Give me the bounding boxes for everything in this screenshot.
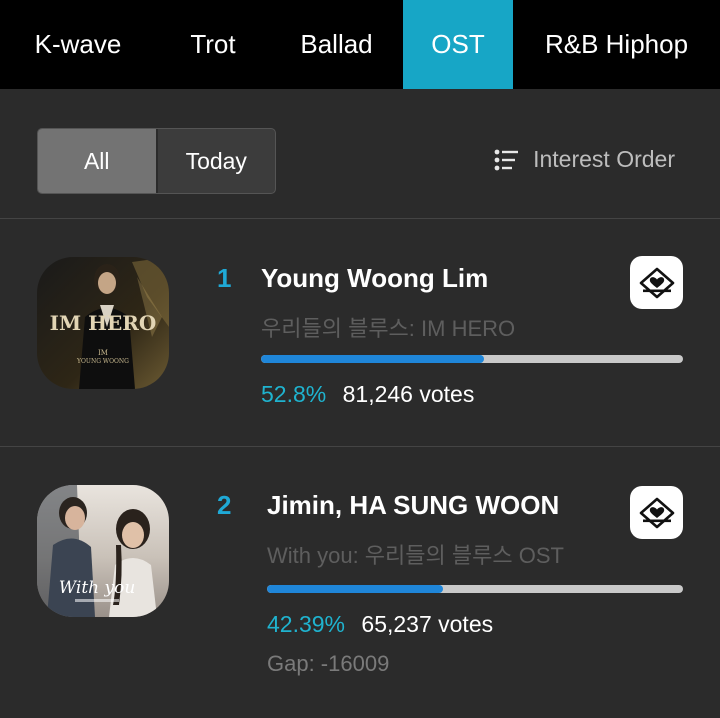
heart-ballot-icon (639, 267, 674, 298)
tab-rnb-hiphop[interactable]: R&B Hiphop (513, 0, 720, 89)
vote-share-bar (267, 585, 683, 593)
vote-button[interactable] (630, 486, 683, 539)
album-cover-title: IM HERO (50, 311, 157, 335)
tab-k-wave[interactable]: K-wave (0, 0, 156, 89)
vote-count: 81,246 votes (342, 381, 475, 407)
album-cover-art: With you (37, 485, 169, 617)
album-cover-title: With you (59, 578, 136, 598)
sort-button[interactable]: Interest Order (494, 146, 675, 173)
vote-percent: 42.39% (267, 611, 346, 637)
filter-today-button[interactable]: Today (155, 129, 276, 193)
vote-stats: 42.39% 65,237 votes (267, 611, 493, 638)
chart-entry: IM HERO IM YOUNG WOONG 1 Young Woong Lim… (0, 219, 720, 447)
svg-text:IM: IM (98, 349, 108, 357)
vote-gap: Gap: -16009 (267, 651, 390, 676)
song-title: 우리들의 블루스: IM HERO (261, 316, 516, 341)
vote-button[interactable] (630, 256, 683, 309)
svg-text:YOUNG WOONG: YOUNG WOONG (76, 358, 129, 365)
vote-share-fill (267, 585, 444, 593)
rank-number: 1 (217, 263, 232, 293)
filter-all-button[interactable]: All (38, 129, 156, 193)
song-title: With you: 우리들의 블루스 OST (267, 543, 564, 568)
tab-trot[interactable]: Trot (156, 0, 270, 89)
vote-share-fill (261, 355, 484, 363)
list-sort-icon (494, 149, 519, 170)
sort-label: Interest Order (533, 146, 675, 172)
artist-name: Jimin, HA SUNG WOON (267, 490, 560, 520)
vote-share-bar (261, 355, 683, 363)
artist-name: Young Woong Lim (261, 263, 489, 293)
filter-bar: All Today Interest Order (0, 89, 720, 219)
vote-count: 65,237 votes (361, 611, 494, 637)
vote-percent: 52.8% (261, 381, 327, 407)
period-toggle: All Today (37, 128, 276, 194)
category-tabs: K-wave Trot Ballad OST R&B Hiphop (0, 0, 720, 89)
album-cover[interactable]: IM HERO IM YOUNG WOONG (37, 257, 169, 389)
heart-ballot-icon (639, 497, 674, 528)
rank-number: 2 (217, 490, 232, 520)
album-cover-art: IM HERO IM YOUNG WOONG (37, 257, 169, 389)
vote-stats: 52.8% 81,246 votes (261, 381, 474, 408)
chart-entry: With you 2 Jimin, HA SUNG WOON With you:… (0, 447, 720, 718)
tab-ballad[interactable]: Ballad (270, 0, 403, 89)
tab-ost[interactable]: OST (403, 0, 513, 89)
album-cover[interactable]: With you (37, 485, 169, 617)
